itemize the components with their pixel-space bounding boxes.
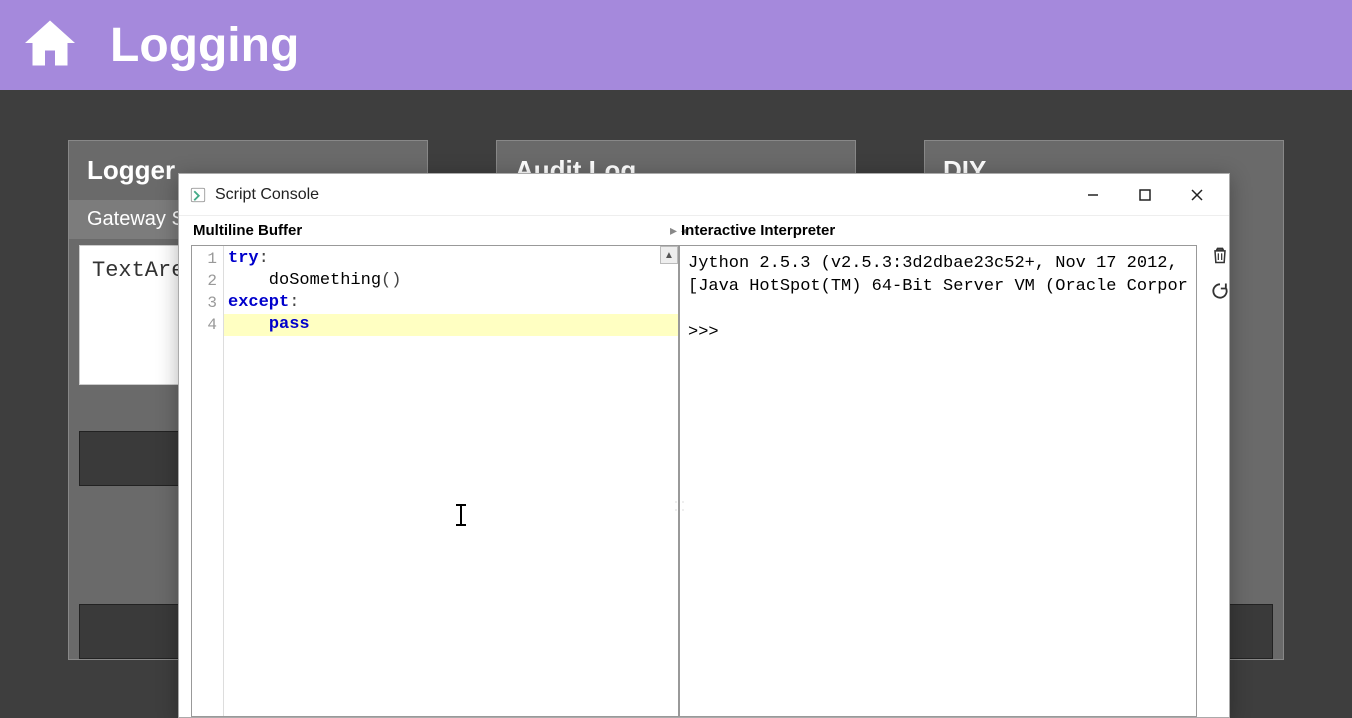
multiline-buffer-label: Multiline Buffer [191, 216, 679, 245]
line-number: 3 [192, 292, 223, 314]
text-cursor-icon [460, 504, 462, 526]
scroll-up-button[interactable]: ▲ [660, 246, 678, 264]
multiline-buffer-pane: Multiline Buffer 1234 try: doSomething()… [179, 216, 679, 717]
page-title: Logging [110, 18, 299, 73]
code-editor[interactable]: 1234 try: doSomething()except: pass ▲ [191, 245, 679, 717]
home-icon[interactable] [20, 13, 80, 78]
code-line[interactable]: try: [224, 248, 678, 270]
interpreter-output[interactable]: Jython 2.5.3 (v2.5.3:3d2dbae23c52+, Nov … [679, 245, 1197, 717]
collapse-right-icon[interactable]: ▸ [670, 222, 677, 239]
close-button[interactable] [1171, 177, 1223, 213]
line-number: 1 [192, 248, 223, 270]
line-number: 2 [192, 270, 223, 292]
app-header: Logging [0, 0, 1352, 90]
code-line[interactable]: doSomething() [224, 270, 678, 292]
window-title: Script Console [215, 186, 1067, 204]
maximize-button[interactable] [1119, 177, 1171, 213]
refresh-icon[interactable] [1209, 280, 1231, 302]
code-area[interactable]: try: doSomething()except: pass [224, 246, 678, 716]
script-console-icon [189, 186, 207, 204]
script-console-window: Script Console Multiline Buffer 1234 try… [178, 173, 1230, 718]
code-line[interactable]: pass [224, 314, 678, 336]
code-line[interactable]: except: [224, 292, 678, 314]
interpreter-label: Interactive Interpreter [679, 216, 1197, 245]
line-number: 4 [192, 314, 223, 336]
interpreter-pane: Interactive Interpreter Jython 2.5.3 (v2… [679, 216, 1239, 717]
window-controls [1067, 177, 1223, 213]
panes-container: Multiline Buffer 1234 try: doSomething()… [179, 216, 1229, 717]
minimize-button[interactable] [1067, 177, 1119, 213]
line-gutter: 1234 [192, 246, 224, 716]
window-titlebar[interactable]: Script Console [179, 174, 1229, 216]
clear-icon[interactable] [1209, 244, 1231, 266]
